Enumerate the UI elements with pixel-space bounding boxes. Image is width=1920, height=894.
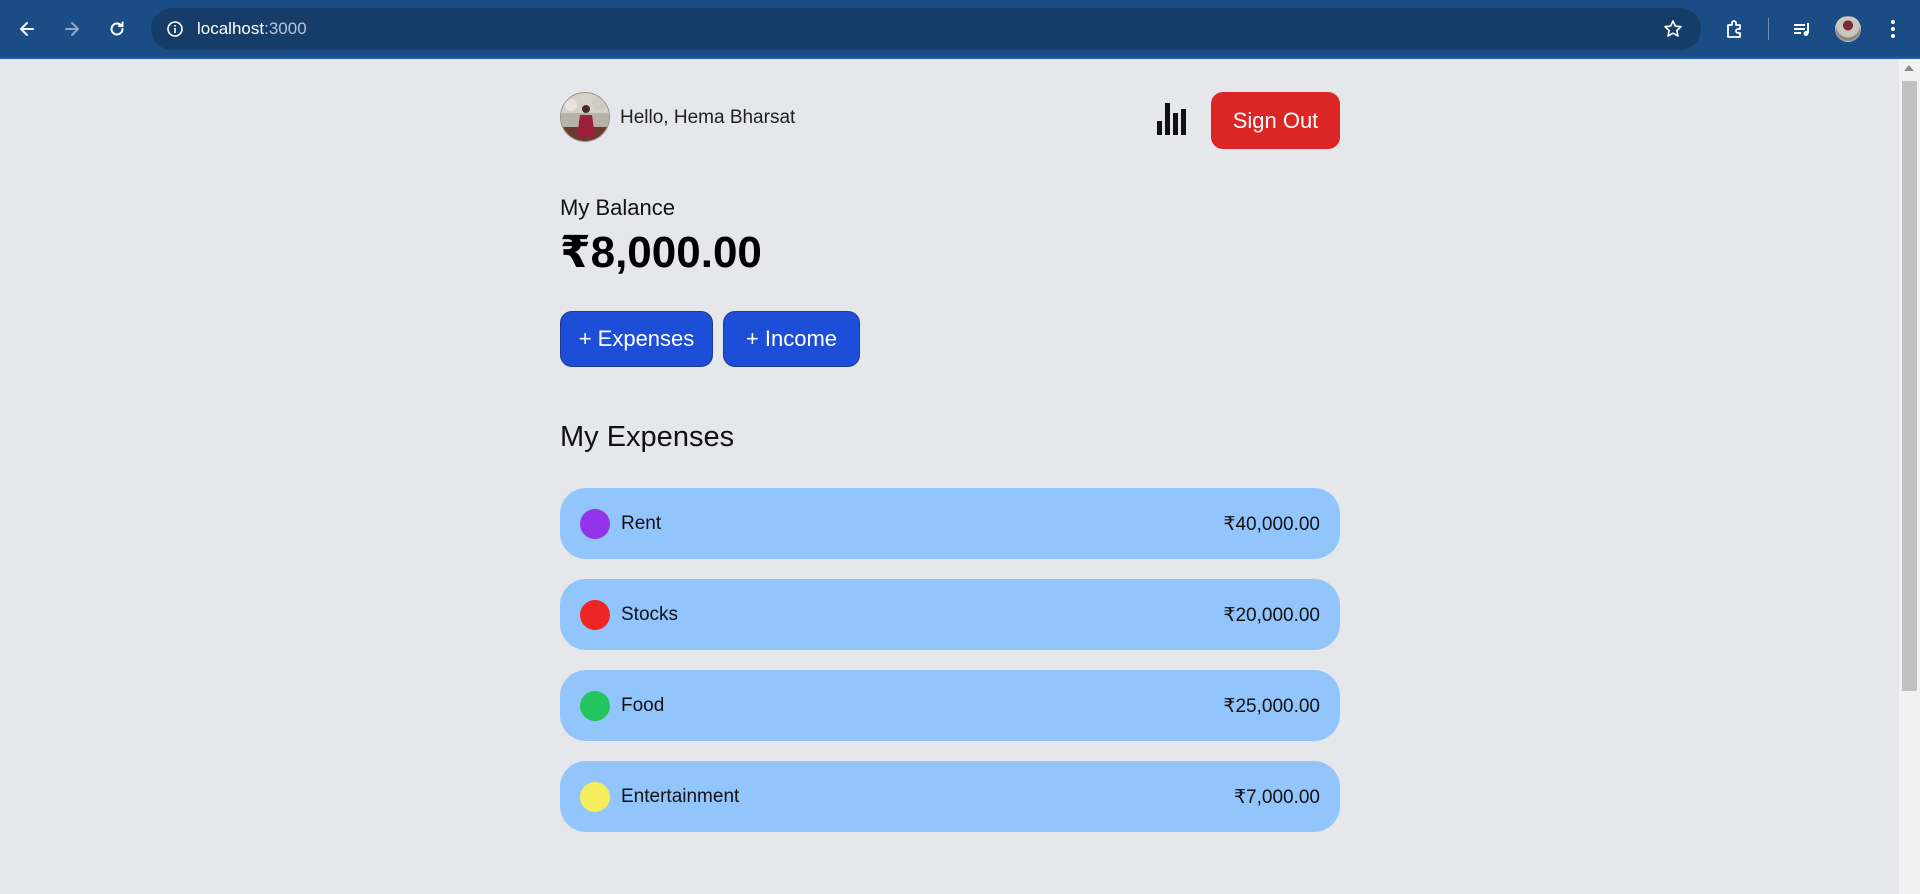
back-icon[interactable] — [9, 11, 45, 47]
scroll-up-arrow-icon[interactable] — [1904, 65, 1914, 71]
url-text: localhost:3000 — [197, 19, 307, 39]
site-info-icon[interactable] — [161, 15, 189, 43]
scrollbar-thumb[interactable] — [1902, 81, 1917, 691]
extensions-icon[interactable] — [1719, 13, 1751, 45]
toolbar-divider — [1768, 18, 1769, 40]
category-color-dot — [580, 600, 610, 630]
address-bar[interactable]: localhost:3000 — [151, 8, 1701, 50]
bookmark-star-icon[interactable] — [1661, 17, 1685, 41]
expense-amount: ₹20,000.00 — [1223, 605, 1320, 626]
expense-item-food[interactable]: Food ₹25,000.00 — [560, 670, 1340, 741]
expense-name: Rent — [621, 513, 662, 534]
expense-name: Stocks — [621, 604, 679, 625]
vertical-scrollbar[interactable] — [1899, 59, 1920, 894]
category-color-dot — [580, 691, 610, 721]
expense-item-entertainment[interactable]: Entertainment ₹7,000.00 — [560, 761, 1340, 832]
expense-name: Entertainment — [621, 786, 740, 807]
page-viewport: Hello, Hema Bharsat Sign Out My Balance … — [0, 59, 1899, 894]
forward-icon[interactable] — [54, 11, 90, 47]
expense-item-rent[interactable]: Rent ₹40,000.00 — [560, 488, 1340, 559]
url-host: localhost — [197, 19, 265, 38]
page-header: Hello, Hema Bharsat Sign Out — [560, 92, 1340, 150]
greeting-text: Hello, Hema Bharsat — [620, 107, 796, 128]
balance-label: My Balance — [560, 195, 675, 220]
reload-icon[interactable] — [99, 11, 135, 47]
expenses-section-title: My Expenses — [560, 421, 735, 453]
add-income-button[interactable]: + Income — [723, 311, 860, 367]
expense-amount: ₹40,000.00 — [1223, 514, 1320, 535]
menu-kebab-icon[interactable] — [1877, 13, 1909, 45]
user-avatar — [560, 92, 610, 142]
category-color-dot — [580, 509, 610, 539]
sign-out-button[interactable]: Sign Out — [1211, 92, 1340, 149]
expense-name: Food — [621, 695, 665, 716]
profile-avatar-icon[interactable] — [1835, 16, 1861, 42]
category-color-dot — [580, 782, 610, 812]
add-expense-button[interactable]: + Expenses — [560, 311, 713, 367]
url-port: :3000 — [264, 19, 307, 38]
expense-item-stocks[interactable]: Stocks ₹20,000.00 — [560, 579, 1340, 650]
media-queue-icon[interactable] — [1786, 13, 1818, 45]
expense-amount: ₹25,000.00 — [1223, 696, 1320, 717]
bar-chart-icon[interactable] — [1155, 99, 1189, 135]
browser-toolbar: localhost:3000 — [0, 0, 1920, 59]
expense-amount: ₹7,000.00 — [1233, 787, 1320, 808]
balance-amount: ₹8,000.00 — [560, 228, 762, 277]
